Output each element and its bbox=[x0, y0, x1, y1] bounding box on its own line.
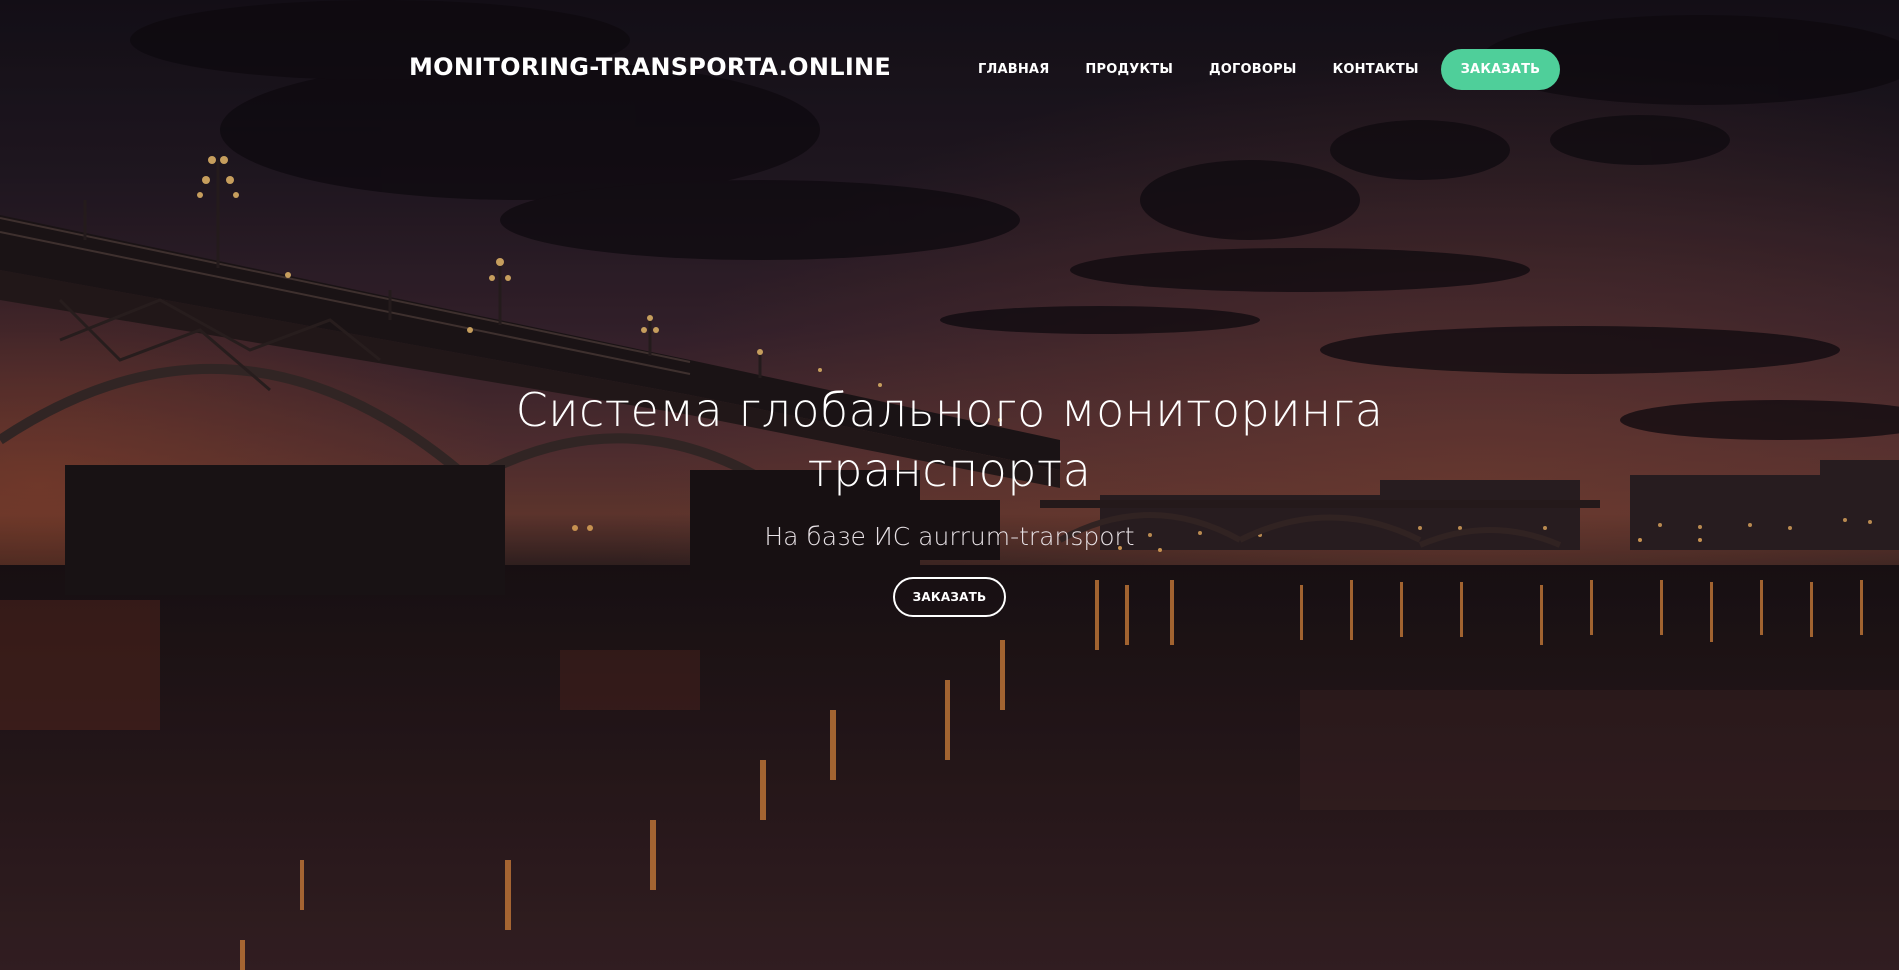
hero-content: Система глобального мониторинга транспор… bbox=[0, 380, 1899, 617]
hero-order-button[interactable]: ЗАКАЗАТЬ bbox=[892, 577, 1007, 617]
main-nav: ГЛАВНАЯ ПРОДУКТЫ ДОГОВОРЫ КОНТАКТЫ ЗАКАЗ… bbox=[960, 49, 1561, 90]
hero-section: MONITORING-TRANSPORTA.ONLINE ГЛАВНАЯ ПРО… bbox=[0, 0, 1899, 970]
hero-subtitle: На базе ИС aurrum-transport bbox=[764, 522, 1135, 551]
hero-title: Система глобального мониторинга транспор… bbox=[515, 383, 1384, 497]
nav-link-home[interactable]: ГЛАВНАЯ bbox=[960, 62, 1067, 77]
nav-link-products[interactable]: ПРОДУКТЫ bbox=[1067, 62, 1191, 77]
nav-link-contacts[interactable]: КОНТАКТЫ bbox=[1315, 62, 1437, 77]
nav-link-contracts[interactable]: ДОГОВОРЫ bbox=[1191, 62, 1315, 77]
header-order-button[interactable]: ЗАКАЗАТЬ bbox=[1440, 49, 1561, 90]
site-logo[interactable]: MONITORING-TRANSPORTA.ONLINE bbox=[409, 53, 891, 81]
site-header: MONITORING-TRANSPORTA.ONLINE ГЛАВНАЯ ПРО… bbox=[0, 0, 1899, 140]
